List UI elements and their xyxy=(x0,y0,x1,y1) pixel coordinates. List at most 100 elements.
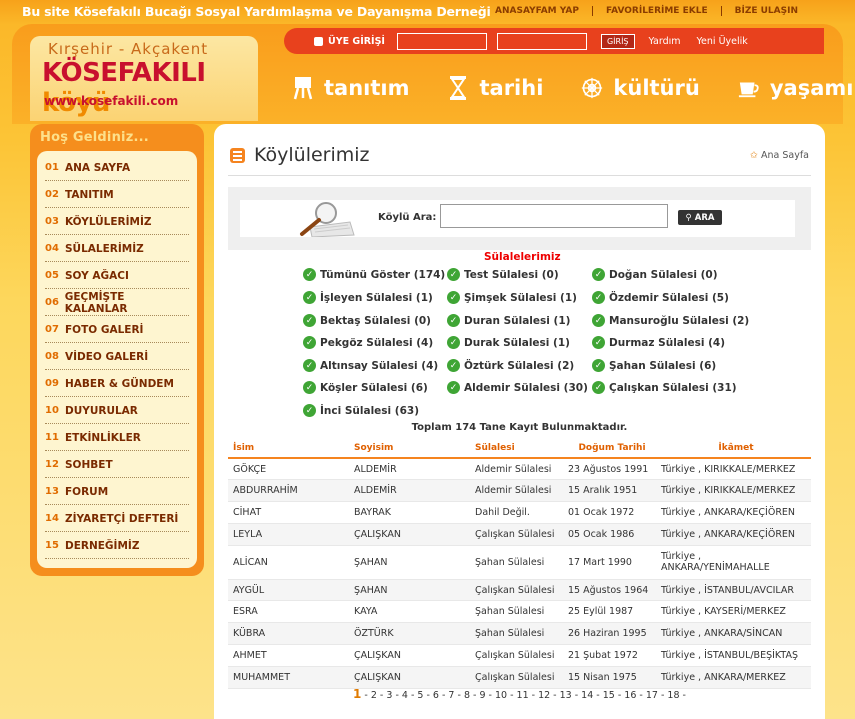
page-current[interactable]: 1 xyxy=(353,687,361,701)
breadcrumb-home[interactable]: Ana Sayfa xyxy=(761,150,809,161)
family-label: Pekgöz Sülalesi (4) xyxy=(320,336,434,349)
table-row[interactable]: CİHAT BAYRAK Dahil Değil. 01 Ocak 1972 Türki… xyxy=(228,501,811,524)
new-member-link[interactable]: Yeni Üyelik xyxy=(697,36,748,47)
check-icon: ✓ xyxy=(303,359,316,372)
add-favorites-link[interactable]: FAVORİLERİME EKLE xyxy=(591,6,721,16)
sidebar-item-koylulerimiz[interactable]: 03 KÖYLÜLERİMİZ xyxy=(45,209,189,235)
sidebar-item-tanitim[interactable]: 02 TANITIM xyxy=(45,182,189,208)
family-label: Şahan Sülalesi (6) xyxy=(609,359,717,372)
check-icon: ✓ xyxy=(303,314,316,327)
family-filter-item[interactable]: ✓ Test Sülalesi (0) xyxy=(447,268,559,281)
search-label: Köylü Ara: xyxy=(378,212,437,223)
table-row[interactable]: MUHAMMET ÇALIŞKAN Çalışkan Sülalesi 15 Nisa… xyxy=(228,666,811,689)
table-row[interactable]: ESRA KAYA Şahan Sülalesi 25 Eylül 1987 Türki… xyxy=(228,600,811,624)
family-filter-item[interactable]: ✓ Pekgöz Sülalesi (4) xyxy=(303,336,433,349)
col-header-name[interactable]: İsim xyxy=(228,438,349,459)
family-filter-item[interactable]: ✓ İnci Sülalesi (63) xyxy=(303,404,419,417)
cell-birthdate: 15 Nisan 1975 xyxy=(563,666,656,689)
member-icon xyxy=(314,36,323,46)
sidebar-item-duyurular[interactable]: 10 DUYURULAR xyxy=(45,398,189,424)
sidebar-item-sohbet[interactable]: 12 SOHBET xyxy=(45,452,189,478)
family-filter-item[interactable]: ✓ İşleyen Sülalesi (1) xyxy=(303,291,433,304)
family-filter-item[interactable]: ✓ Köşler Sülalesi (6) xyxy=(303,381,428,394)
nav-kulturu[interactable]: kültürü xyxy=(581,75,700,101)
sidebar-item-haber-gundem[interactable]: 09 HABER & GÜNDEM xyxy=(45,371,189,397)
col-header-birthdate[interactable]: Doğum Tarihi xyxy=(563,438,656,459)
table-row[interactable]: GÖKÇE ALDEMİR Aldemir Sülalesi 23 Ağustos 1… xyxy=(228,458,811,481)
cell-family: Şahan Sülalesi xyxy=(470,600,563,624)
family-filter-item[interactable]: ✓ Şahan Sülalesi (6) xyxy=(592,359,716,372)
menu-label: ETKİNLİKLER xyxy=(65,431,141,444)
password-input[interactable] xyxy=(496,32,587,50)
family-label: Öztürk Sülalesi (2) xyxy=(464,359,575,372)
menu-label: GEÇMİŞTE KALANLAR xyxy=(64,290,128,315)
sidebar-item-gecmiste-kalanlar[interactable]: 06 GEÇMİŞTE KALANLAR xyxy=(45,290,189,316)
cell-surname: ŞAHAN xyxy=(349,579,470,602)
menu-label: ANA SAYFA xyxy=(65,161,131,174)
family-filter-item[interactable]: ✓ Bektaş Sülalesi (0) xyxy=(303,314,431,327)
family-label: Çalışkan Sülalesi (31) xyxy=(609,381,737,394)
cell-surname: ÖZTÜRK xyxy=(349,622,470,646)
search-input[interactable] xyxy=(440,204,668,228)
sidebar-item-ziyaretci-defteri[interactable]: 14 ZİYARETÇİ DEFTERİ xyxy=(45,506,189,532)
col-header-residence[interactable]: İkâmet xyxy=(656,438,811,459)
menu-label: FOTO GALERİ xyxy=(65,323,144,336)
site-tagline: Bu site Kösefakılı Bucağı Sosyal Yardıml… xyxy=(22,4,491,19)
family-filter-item[interactable]: ✓ Öztürk Sülalesi (2) xyxy=(447,359,574,372)
family-filter-item[interactable]: ✓ Durak Sülalesi (1) xyxy=(447,336,570,349)
nav-yasami[interactable]: yaşamı xyxy=(738,75,853,101)
sidebar-item-video-galeri[interactable]: 08 VİDEO GALERİ xyxy=(45,344,189,370)
col-header-family[interactable]: Sülalesi xyxy=(470,438,563,459)
top-links: ANASAYFAM YAP FAVORİLERİME EKLE BİZE ULA… xyxy=(482,6,811,16)
nav-label: kültürü xyxy=(613,76,700,100)
cell-family: Şahan Sülalesi xyxy=(470,622,563,646)
cell-surname: ŞAHAN xyxy=(349,545,470,580)
sidebar-item-forum[interactable]: 13 FORUM xyxy=(45,479,189,505)
sidebar-item-ana-sayfa[interactable]: 01 ANA SAYFA xyxy=(45,155,189,181)
sidebar-item-dernegimiz[interactable]: 15 DERNEĞİMİZ xyxy=(45,533,189,559)
family-filter-item[interactable]: ✓ Çalışkan Sülalesi (31) xyxy=(592,381,737,394)
table-row[interactable]: AYGÜL ŞAHAN Çalışkan Sülalesi 15 Ağustos 19… xyxy=(228,579,811,602)
nav-tarihi[interactable]: tarihi xyxy=(447,75,543,101)
sidebar-item-sulalerimiz[interactable]: 04 SÜLALERİMİZ xyxy=(45,236,189,262)
sidebar: Hoş Geldiniz... 01 ANA SAYFA 02 TANITIM 03… xyxy=(30,124,204,576)
nav-tanitim[interactable]: tanıtım xyxy=(292,75,409,101)
help-link[interactable]: Yardım xyxy=(649,36,681,47)
cell-surname: KAYA xyxy=(349,600,470,624)
family-filter-item[interactable]: ✓ Altınsay Sülalesi (4) xyxy=(303,359,438,372)
family-filter-item[interactable]: ✓ Tümünü Göster (174) xyxy=(303,268,445,281)
logo-subtitle: Kırşehir - Akçakent xyxy=(48,40,209,58)
contact-link[interactable]: BİZE ULAŞIN xyxy=(720,6,811,16)
family-filter-item[interactable]: ✓ Aldemir Sülalesi (30) xyxy=(447,381,588,394)
set-homepage-link[interactable]: ANASAYFAM YAP xyxy=(482,6,592,16)
pagination: 1 - 2 - 3 - 4 - 5 - 6 - 7 - 8 - 9 - 10 -… xyxy=(214,687,825,701)
site-logo[interactable]: Kırşehir - Akçakent KÖSEFAKILI köyü www.… xyxy=(30,36,258,121)
cell-name: CİHAT xyxy=(228,501,349,524)
menu-number: 11 xyxy=(45,432,59,443)
breadcrumb[interactable]: ✩ Ana Sayfa xyxy=(750,150,809,161)
family-filter-item[interactable]: ✓ Doğan Sülalesi (0) xyxy=(592,268,718,281)
table-row[interactable]: KÜBRA ÖZTÜRK Şahan Sülalesi 26 Haziran 1995… xyxy=(228,622,811,646)
cell-family: Aldemir Sülalesi xyxy=(470,458,563,481)
col-header-surname[interactable]: Soyisim xyxy=(349,438,470,459)
check-icon: ✓ xyxy=(592,268,605,281)
table-row[interactable]: AHMET ÇALIŞKAN Çalışkan Sülalesi 21 Şubat 1… xyxy=(228,644,811,667)
table-row[interactable]: ABDURRAHİM ALDEMİR Aldemir Sülalesi 15 Aral… xyxy=(228,479,811,503)
login-button[interactable]: GİRİŞ xyxy=(600,33,635,49)
family-filter-item[interactable]: ✓ Mansuroğlu Sülalesi (2) xyxy=(592,314,749,327)
search-button[interactable]: ⚲ ARA xyxy=(678,210,722,225)
check-icon: ✓ xyxy=(447,268,460,281)
table-row[interactable]: LEYLA ÇALIŞKAN Çalışkan Sülalesi 05 Ocak 19… xyxy=(228,523,811,546)
sidebar-item-etkinlikler[interactable]: 11 ETKİNLİKLER xyxy=(45,425,189,451)
page-links[interactable]: - 2 - 3 - 4 - 5 - 6 - 7 - 8 - 9 - 10 - 1… xyxy=(364,690,686,701)
sidebar-item-foto-galeri[interactable]: 07 FOTO GALERİ xyxy=(45,317,189,343)
family-filter-item[interactable]: ✓ Özdemir Sülalesi (5) xyxy=(592,291,729,304)
table-row[interactable]: ALİCAN ŞAHAN Şahan Sülalesi 17 Mart 1990 Tür… xyxy=(228,545,811,580)
cell-surname: ÇALIŞKAN xyxy=(349,644,470,667)
family-filter-item[interactable]: ✓ Durmaz Sülalesi (4) xyxy=(592,336,725,349)
family-filter-item[interactable]: ✓ Şimşek Sülalesi (1) xyxy=(447,291,577,304)
family-filter-item[interactable]: ✓ Duran Sülalesi (1) xyxy=(447,314,570,327)
username-input[interactable] xyxy=(396,32,487,50)
menu-label: DUYURULAR xyxy=(65,404,138,417)
sidebar-item-soy-agaci[interactable]: 05 SOY AĞACI xyxy=(45,263,189,289)
